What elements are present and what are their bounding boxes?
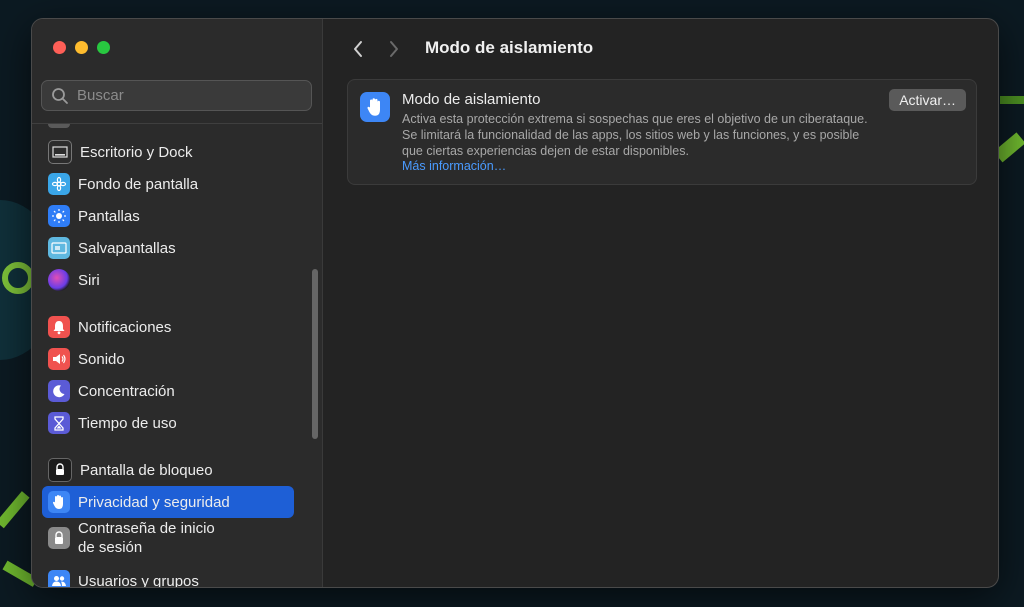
sidebar-item-fondo-pantalla[interactable]: Fondo de pantalla	[42, 168, 294, 200]
screensaver-icon	[48, 237, 70, 259]
sidebar: Escritorio y Dock Fondo de pantalla Pant…	[32, 19, 323, 587]
sidebar-item-label: Privacidad y seguridad	[78, 493, 230, 511]
more-info-link[interactable]: Más información…	[402, 159, 506, 173]
zoom-button[interactable]	[97, 41, 110, 54]
sidebar-item-privacidad-seguridad[interactable]: Privacidad y seguridad	[42, 486, 294, 518]
sidebar-item-label: Tiempo de uso	[78, 414, 177, 432]
hourglass-icon	[48, 412, 70, 434]
search-field[interactable]	[41, 80, 312, 111]
partial-item-icon	[48, 124, 70, 128]
sidebar-item-concentracion[interactable]: Concentración	[42, 375, 294, 407]
back-button[interactable]	[346, 37, 370, 61]
forward-button[interactable]	[382, 37, 406, 61]
main-pane: Modo de aislamiento Modo de aislamiento …	[324, 19, 998, 587]
hand-icon	[48, 491, 70, 513]
padlock-icon	[48, 527, 70, 549]
sidebar-item-usuarios-grupos[interactable]: Usuarios y grupos	[42, 565, 294, 588]
close-button[interactable]	[53, 41, 66, 54]
search-input[interactable]	[75, 86, 289, 105]
sidebar-item-label: Pantallas	[78, 207, 140, 225]
sidebar-item-label: Concentración	[78, 382, 175, 400]
sidebar-item-label: Fondo de pantalla	[78, 175, 199, 193]
minimize-button[interactable]	[75, 41, 88, 54]
bell-icon	[48, 316, 70, 338]
sidebar-item-escritorio-dock[interactable]: Escritorio y Dock	[42, 136, 294, 168]
users-icon	[48, 570, 70, 587]
sidebar-item-label: Escritorio y Dock	[80, 143, 193, 161]
siri-icon	[48, 269, 70, 291]
window-controls	[53, 41, 110, 54]
sidebar-item-label-line1: Contraseña de inicio	[78, 520, 215, 537]
sidebar-item-contrasena-inicio[interactable]: Contraseña de inicio de sesión	[42, 518, 294, 558]
sidebar-item-salvapantallas[interactable]: Salvapantallas	[42, 232, 294, 264]
sidebar-item-label: Salvapantallas	[78, 239, 176, 257]
sidebar-item-pantallas[interactable]: Pantallas	[42, 200, 294, 232]
search-icon	[52, 87, 68, 104]
dock-icon	[48, 140, 72, 164]
lockdown-mode-card: Modo de aislamiento Activa esta protecci…	[347, 79, 977, 185]
activate-button[interactable]: Activar…	[889, 89, 966, 111]
sidebar-item-siri[interactable]: Siri	[42, 264, 294, 296]
navigation-controls	[346, 37, 418, 61]
speaker-icon	[48, 348, 70, 370]
lock-icon	[48, 458, 72, 482]
settings-window: Escritorio y Dock Fondo de pantalla Pant…	[31, 18, 999, 588]
sidebar-item-notificaciones[interactable]: Notificaciones	[42, 311, 294, 343]
sidebar-item-label: Pantalla de bloqueo	[80, 461, 213, 479]
hand-icon	[360, 92, 390, 122]
sidebar-item-label: Usuarios y grupos	[78, 572, 199, 588]
sidebar-scrollbar[interactable]	[312, 269, 318, 439]
wallpaper-flower-icon	[48, 173, 70, 195]
sidebar-item-label-line2: de sesión	[78, 539, 143, 556]
sidebar-item-tiempo-uso[interactable]: Tiempo de uso	[42, 407, 294, 439]
sidebar-item-label: Siri	[78, 271, 100, 289]
page-title: Modo de aislamiento	[425, 38, 594, 57]
sidebar-item-label: Sonido	[78, 350, 125, 368]
sidebar-item-pantalla-bloqueo[interactable]: Pantalla de bloqueo	[42, 454, 294, 486]
sidebar-item-label: Notificaciones	[78, 318, 172, 336]
chevron-right-icon	[390, 41, 398, 57]
sun-icon	[48, 205, 70, 227]
sidebar-item-sonido[interactable]: Sonido	[42, 343, 294, 375]
moon-icon	[48, 380, 70, 402]
chevron-left-icon	[354, 41, 362, 57]
card-description: Activa esta protección extrema si sospec…	[402, 112, 868, 158]
sidebar-list[interactable]: Escritorio y Dock Fondo de pantalla Pant…	[32, 124, 322, 588]
card-title: Modo de aislamiento	[402, 91, 541, 108]
sidebar-item-label: Contraseña de inicio de sesión	[78, 519, 215, 557]
